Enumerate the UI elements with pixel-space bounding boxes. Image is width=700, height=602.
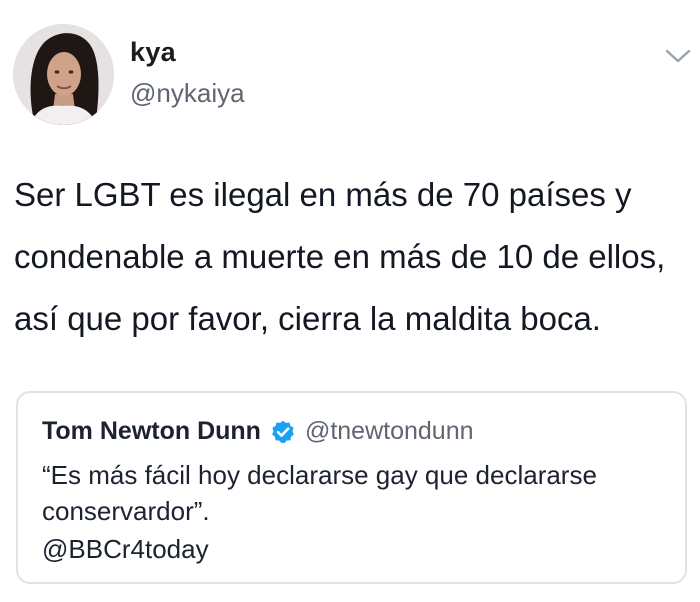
quoted-tweet-card[interactable]: Tom Newton Dunn @tnewtondunn “Es más fác… xyxy=(16,391,687,584)
quoted-text-line: conservardor”. xyxy=(42,496,210,526)
quoted-text-line: “Es más fácil hoy declararse gay que dec… xyxy=(42,460,597,490)
chevron-down-icon[interactable] xyxy=(663,44,693,68)
avatar[interactable] xyxy=(13,24,114,125)
tweet-text-line: Ser LGBT es ilegal en más de 70 países y xyxy=(14,176,632,213)
tweet-text-line: condenable a muerte en más de 10 de ello… xyxy=(14,238,666,275)
profile-photo-icon xyxy=(13,24,114,125)
quoted-source-mention[interactable]: @BBCr4today xyxy=(42,534,209,565)
quoted-tweet-header: Tom Newton Dunn @tnewtondunn xyxy=(42,417,474,446)
quoted-author-handle: @tnewtondunn xyxy=(304,417,474,445)
author-handle[interactable]: @nykaiya xyxy=(130,78,245,109)
author-name[interactable]: kya xyxy=(130,37,176,68)
verified-badge-icon xyxy=(270,419,296,445)
tweet-text-line: así que por favor, cierra la maldita boc… xyxy=(14,300,601,337)
tweet: kya @nykaiya Ser LGBT es ilegal en más d… xyxy=(0,0,700,602)
tweet-text: Ser LGBT es ilegal en más de 70 países y… xyxy=(14,164,698,350)
quoted-tweet-text: “Es más fácil hoy declararse gay que dec… xyxy=(42,457,672,529)
quoted-author-name: Tom Newton Dunn xyxy=(42,417,261,445)
